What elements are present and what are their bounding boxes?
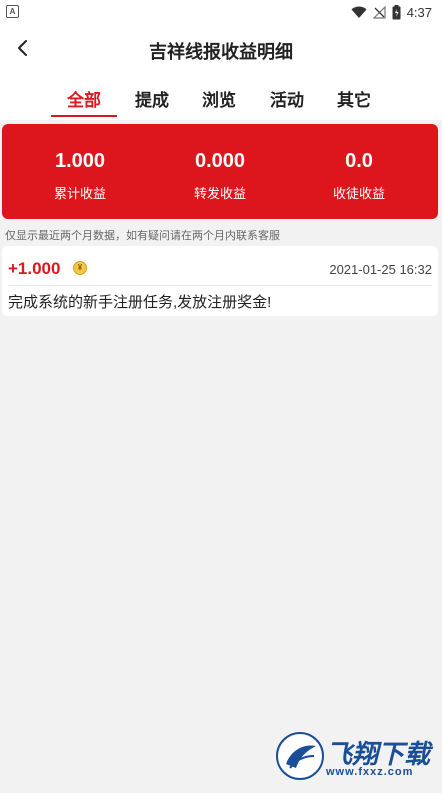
notification-icon: A	[6, 5, 19, 18]
app-header: 吉祥线报收益明细	[0, 24, 442, 76]
earnings-summary-card: 1.000 累计收益 0.000 转发收益 0.0 收徒收益	[2, 124, 438, 219]
tab-browse[interactable]: 浏览	[189, 86, 249, 111]
earning-description: 完成系统的新手注册任务,发放注册奖金!	[8, 294, 272, 311]
earning-amount: +1.000	[8, 259, 61, 278]
watermark-logo-icon	[276, 732, 324, 780]
share-earnings-label: 转发收益	[193, 186, 246, 201]
wifi-icon	[351, 6, 367, 18]
tab-commission[interactable]: 提成	[122, 86, 182, 111]
divider	[8, 285, 432, 286]
list-item[interactable]: +1.000 ¥ 2021-01-25 16:32 完成系统的新手注册任务,发放…	[2, 246, 438, 316]
apprentice-earnings-value: 0.0	[345, 150, 373, 172]
tab-activity[interactable]: 活动	[257, 86, 317, 111]
total-earnings-stat: 1.000 累计收益	[10, 150, 150, 202]
tab-other[interactable]: 其它	[324, 86, 384, 111]
coin-icon: ¥	[73, 261, 87, 275]
no-signal-icon	[372, 5, 386, 19]
tab-all[interactable]: 全部	[54, 86, 114, 111]
status-icons: 4:37	[351, 3, 432, 21]
apprentice-earnings-stat: 0.0 收徒收益	[289, 150, 429, 202]
status-bar: A 4:37	[0, 0, 442, 24]
share-earnings-stat: 0.000 转发收益	[150, 150, 290, 202]
site-watermark: 飞翔下载 www.fxxz.com	[270, 728, 435, 788]
battery-icon	[392, 4, 401, 19]
total-earnings-label: 累计收益	[53, 186, 106, 201]
total-earnings-value: 1.000	[54, 150, 106, 172]
apprentice-earnings-label: 收徒收益	[332, 186, 385, 201]
watermark-url: www.fxxz.com	[326, 766, 414, 778]
page-title: 吉祥线报收益明细	[149, 42, 293, 62]
earning-timestamp: 2021-01-25 16:32	[329, 262, 432, 277]
data-range-notice: 仅显示最近两个月数据，如有疑问请在两个月内联系客服	[5, 230, 280, 242]
share-earnings-value: 0.000	[194, 150, 246, 172]
tab-bar: 全部 提成 浏览 活动 其它	[0, 76, 442, 120]
status-time: 4:37	[406, 4, 432, 20]
active-tab-indicator	[51, 115, 117, 117]
